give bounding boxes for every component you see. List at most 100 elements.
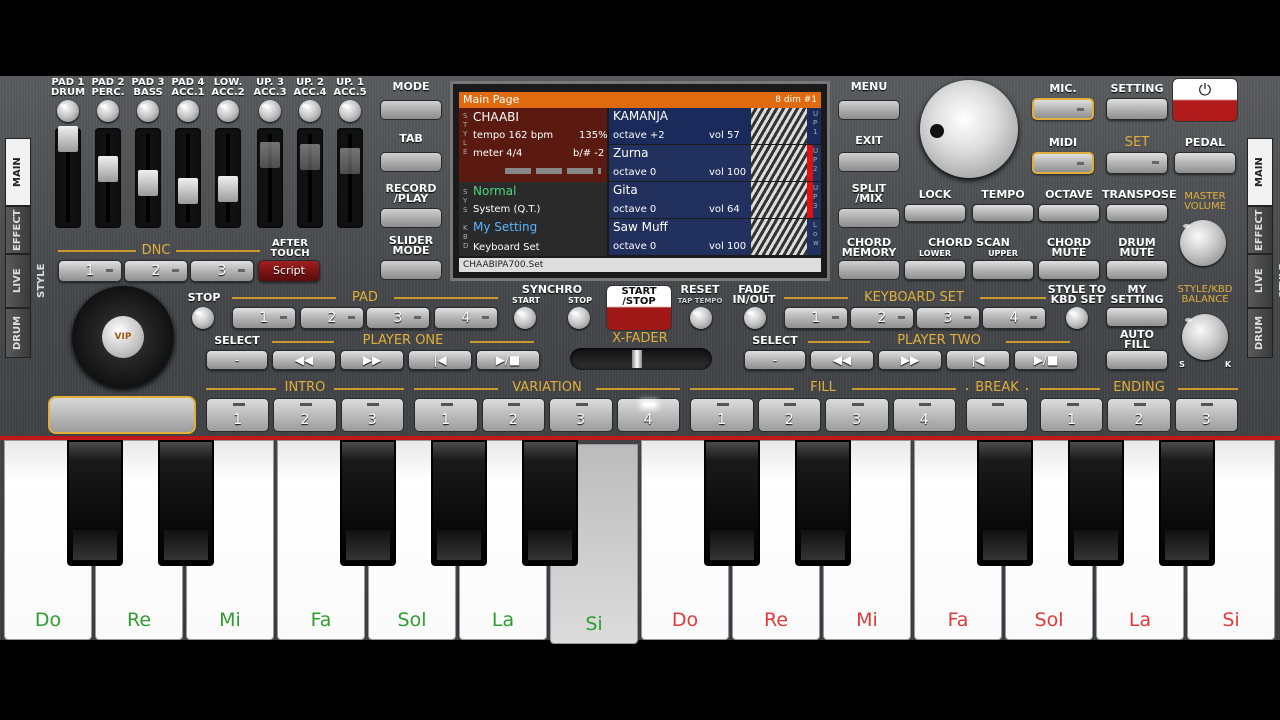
fill-button-1[interactable]: 1	[690, 398, 754, 432]
synchro-start-knob[interactable]	[514, 307, 536, 329]
fill-button-3[interactable]: 3	[825, 398, 889, 432]
chord-scan-upper-button[interactable]	[972, 260, 1034, 280]
fade-knob[interactable]	[744, 307, 766, 329]
menu-button[interactable]	[838, 100, 900, 120]
player-two-transport-0[interactable]: -	[744, 350, 806, 370]
my-setting-button[interactable]	[1106, 307, 1168, 327]
kbd-panel[interactable]: My Setting Keyboard Set KBD	[459, 218, 607, 256]
chord-scan-lower-button[interactable]	[904, 260, 966, 280]
player-two-transport-4[interactable]: ▶/■	[1014, 350, 1078, 370]
pad-fader-1[interactable]	[55, 126, 81, 228]
ending-button-1[interactable]: 1	[1040, 398, 1104, 432]
pad-knob-6[interactable]	[259, 100, 281, 122]
fader-cap[interactable]	[218, 176, 238, 202]
player-one-transport-1[interactable]: ◀◀	[272, 350, 336, 370]
octave-button[interactable]	[1038, 204, 1100, 222]
midi-button[interactable]	[1032, 152, 1094, 174]
balance-knob[interactable]	[1182, 314, 1228, 360]
black-key-10[interactable]	[1159, 440, 1215, 566]
fader-cap[interactable]	[300, 144, 320, 170]
fill-button-2[interactable]: 2	[757, 398, 821, 432]
fader-cap[interactable]	[98, 156, 118, 182]
variation-button-2[interactable]: 2	[481, 398, 545, 432]
part-slot-1[interactable]: KAMANJA octave +2 vol 57 UP1	[609, 108, 821, 144]
reset-knob[interactable]	[690, 307, 712, 329]
kbd-set-button-2[interactable]: 2	[850, 307, 914, 329]
kbd-set-button-4[interactable]: 4	[982, 307, 1046, 329]
pad-fader-5[interactable]	[215, 128, 241, 228]
pad-stop-knob[interactable]	[192, 307, 214, 329]
pad-knob-4[interactable]	[177, 100, 199, 122]
setting-button[interactable]	[1106, 98, 1168, 120]
pad-button-2[interactable]: 2	[300, 307, 364, 329]
set-button[interactable]	[1106, 152, 1168, 174]
tab-button[interactable]	[380, 152, 442, 172]
chord-mute-button[interactable]	[1038, 260, 1100, 280]
fader-cap[interactable]	[138, 170, 158, 196]
mic-button[interactable]	[1032, 98, 1094, 120]
tempo-button[interactable]	[972, 204, 1034, 222]
black-key-1[interactable]	[67, 440, 123, 566]
sys-panel[interactable]: Normal System (Q.T.) SYS	[459, 182, 607, 218]
player-one-transport-0[interactable]: -	[206, 350, 268, 370]
script-button[interactable]: Script	[258, 260, 320, 282]
black-key-4[interactable]	[431, 440, 487, 566]
kbd-set-button-3[interactable]: 3	[916, 307, 980, 329]
data-dial[interactable]	[920, 80, 1018, 178]
part-slot-3[interactable]: Gita octave 0 vol 64 UP3	[609, 182, 821, 218]
pad-fader-8[interactable]	[337, 128, 363, 228]
player-two-transport-2[interactable]: ▶▶	[878, 350, 942, 370]
style-panel[interactable]: CHAABI tempo 162 bpm 135% meter 4/4 b/# …	[459, 108, 608, 182]
mode-button[interactable]	[380, 100, 442, 120]
black-key-6[interactable]	[704, 440, 760, 566]
slider-mode-button[interactable]	[380, 260, 442, 280]
tab-drum-right[interactable]: DRUM	[1247, 308, 1273, 358]
variation-button-1[interactable]: 1	[414, 398, 478, 432]
ending-button-2[interactable]: 2	[1107, 398, 1171, 432]
auto-fill-button[interactable]	[1106, 350, 1168, 370]
player-two-transport-3[interactable]: |◀	[946, 350, 1010, 370]
pad-knob-8[interactable]	[339, 100, 361, 122]
part-slot-4[interactable]: Saw Muff octave 0 vol 100 Low	[609, 219, 821, 255]
synchro-stop-knob[interactable]	[568, 307, 590, 329]
dnc-button-1[interactable]: 1	[58, 260, 122, 282]
chord-memory-button[interactable]	[838, 260, 900, 280]
vip-jog-wheel[interactable]: VIP	[72, 286, 174, 388]
tab-live-style-left[interactable]: LIVE STYLE	[5, 254, 47, 308]
pad-button-4[interactable]: 4	[434, 307, 498, 329]
part-slot-2[interactable]: Zurna octave 0 vol 100 UP2	[609, 145, 821, 181]
pad-button-3[interactable]: 3	[366, 307, 430, 329]
kbd-set-button-1[interactable]: 1	[784, 307, 848, 329]
fader-cap[interactable]	[340, 148, 360, 174]
split-mix-button[interactable]	[838, 208, 900, 228]
tab-effect-left[interactable]: EFFECT	[5, 206, 31, 254]
player-two-transport-1[interactable]: ◀◀	[810, 350, 874, 370]
black-key-8[interactable]	[977, 440, 1033, 566]
intro-button-3[interactable]: 3	[340, 398, 404, 432]
pad-fader-4[interactable]	[175, 128, 201, 228]
tab-live-style-right[interactable]: LIVE STYLE	[1247, 254, 1280, 308]
pad-fader-6[interactable]	[257, 128, 283, 228]
pad-knob-2[interactable]	[97, 100, 119, 122]
start-stop-button[interactable]: START /STOP	[606, 285, 672, 331]
pad-fader-7[interactable]	[297, 128, 323, 228]
tab-drum-left[interactable]: DRUM	[5, 308, 31, 358]
style-to-kbd-knob[interactable]	[1066, 307, 1088, 329]
fader-cap[interactable]	[178, 178, 198, 204]
fader-cap[interactable]	[58, 126, 78, 152]
fill-button-4[interactable]: 4	[892, 398, 956, 432]
exit-button[interactable]	[838, 152, 900, 172]
pad-knob-1[interactable]	[57, 100, 79, 122]
tab-main-left[interactable]: MAIN	[5, 138, 31, 206]
pad-knob-7[interactable]	[299, 100, 321, 122]
intro-button-1[interactable]: 1	[206, 398, 270, 432]
pad-fader-2[interactable]	[95, 128, 121, 228]
pad-button-1[interactable]: 1	[232, 307, 296, 329]
pedal-button[interactable]	[1174, 152, 1236, 174]
break-button-1[interactable]	[966, 398, 1028, 432]
intro-button-2[interactable]: 2	[273, 398, 337, 432]
vip-pad-button[interactable]	[48, 396, 196, 434]
player-one-transport-4[interactable]: ▶/■	[476, 350, 540, 370]
black-key-2[interactable]	[158, 440, 214, 566]
fader-cap[interactable]	[260, 142, 280, 168]
